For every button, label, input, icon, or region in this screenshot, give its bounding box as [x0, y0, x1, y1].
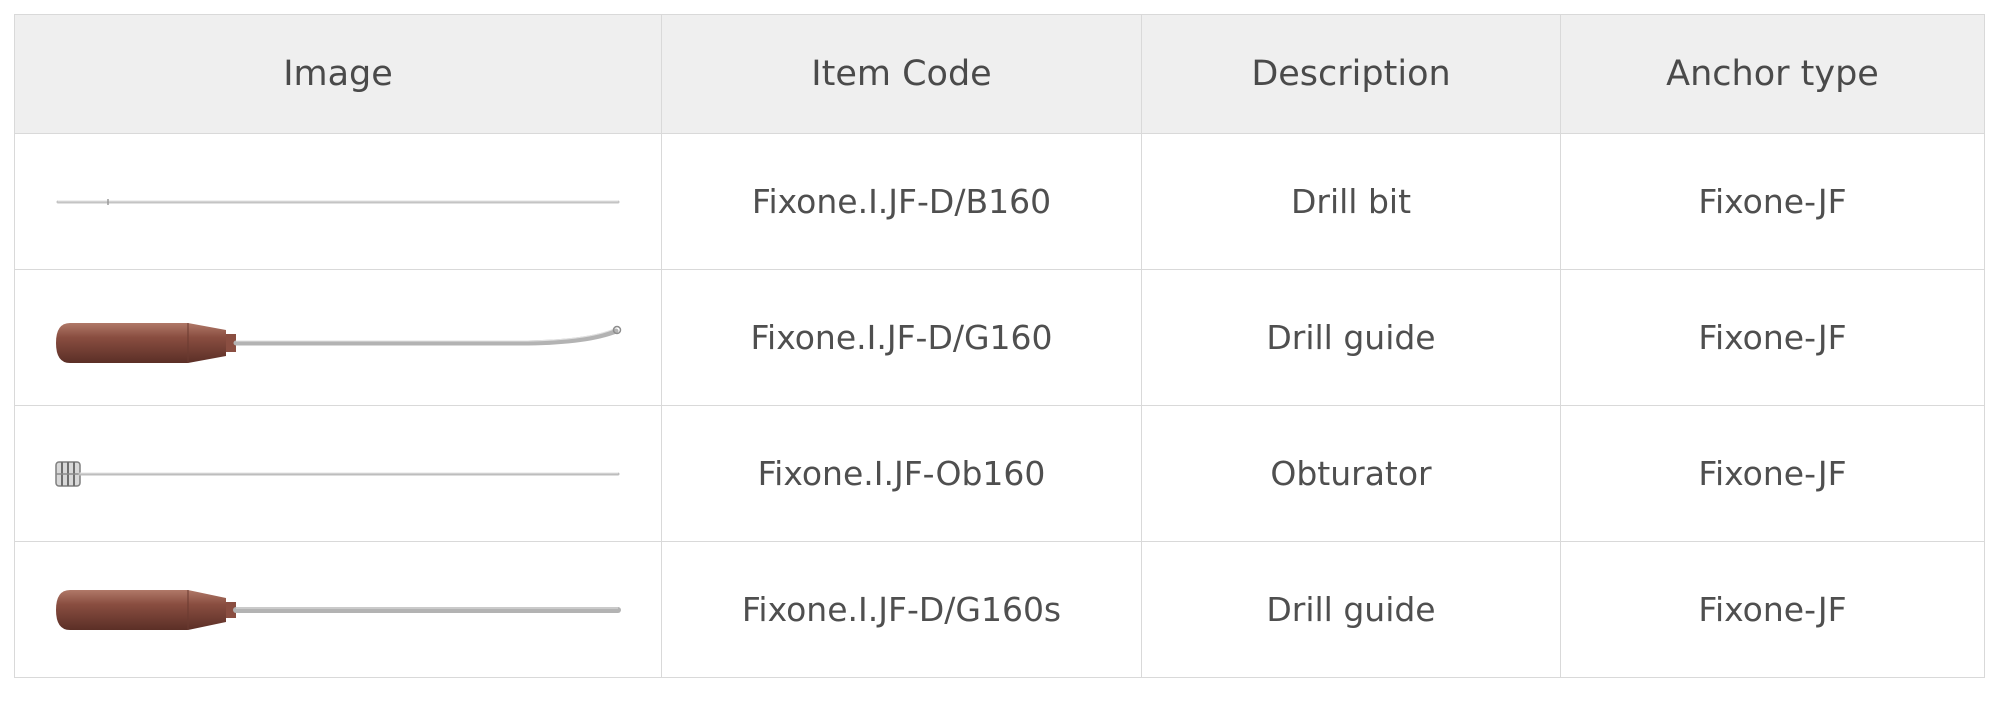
item-code-cell: Fixone.I.JF-Ob160 — [661, 405, 1142, 542]
item-code-cell: Fixone.I.JF-D/B160 — [661, 133, 1142, 270]
drill-guide-curved-image — [56, 322, 622, 363]
table-row: Fixone.I.JF-Ob160 Obturator Fixone-JF — [14, 405, 1985, 542]
anchor-type-cell: Fixone-JF — [1560, 541, 1985, 678]
item-code-cell: Fixone.I.JF-D/G160 — [661, 269, 1142, 406]
image-cell — [14, 133, 662, 270]
header-description: Description — [1141, 14, 1561, 134]
description-cell: Drill guide — [1141, 269, 1561, 406]
table-row: Fixone.I.JF-D/G160 Drill guide Fixone-JF — [14, 269, 1985, 406]
header-row: Image Item Code Description Anchor type — [14, 14, 1985, 134]
image-cell — [14, 269, 662, 406]
anchor-type-cell: Fixone-JF — [1560, 269, 1985, 406]
description-cell: Drill bit — [1141, 133, 1561, 270]
header-anchor-type: Anchor type — [1560, 14, 1985, 134]
item-code-cell: Fixone.I.JF-D/G160s — [661, 541, 1142, 678]
drill-guide-straight-image — [56, 589, 621, 630]
product-table: Image Item Code Description Anchor type … — [14, 14, 1985, 678]
image-cell — [14, 541, 662, 678]
table-row: Fixone.I.JF-D/G160s Drill guide Fixone-J… — [14, 541, 1985, 678]
obturator-image — [55, 460, 620, 487]
table-row: Fixone.I.JF-D/B160 Drill bit Fixone-JF — [14, 133, 1985, 270]
image-cell — [14, 405, 662, 542]
header-item-code: Item Code — [661, 14, 1142, 134]
header-image: Image — [14, 14, 662, 134]
description-cell: Obturator — [1141, 405, 1561, 542]
description-cell: Drill guide — [1141, 541, 1561, 678]
drill-bit-image — [56, 198, 620, 205]
anchor-type-cell: Fixone-JF — [1560, 133, 1985, 270]
anchor-type-cell: Fixone-JF — [1560, 405, 1985, 542]
